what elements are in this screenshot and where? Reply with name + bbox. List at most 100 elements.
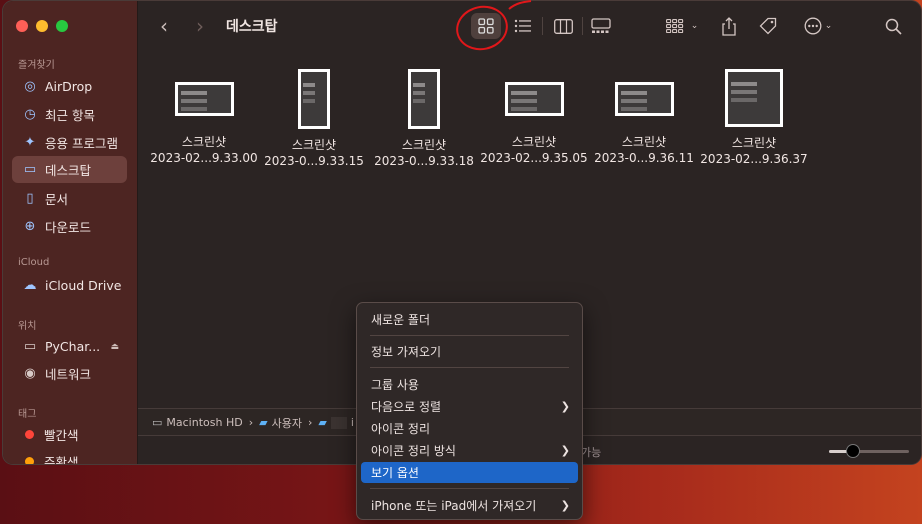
forward-button[interactable]: › [196, 14, 204, 38]
sidebar: 즐겨찾기 ◎ AirDrop ◷ 최근 항목 ✦ 응용 프로그램 ▭ 데스크탑 … [3, 1, 138, 464]
path-segment-label: 사용자 [271, 416, 302, 430]
tag-button[interactable] [755, 13, 781, 39]
file-thumbnail [408, 69, 440, 129]
search-icon [885, 18, 902, 35]
sidebar-item-documents[interactable]: ▯ 문서 [12, 185, 127, 212]
sidebar-item-label: iCloud Drive [45, 278, 122, 293]
sidebar-section-icloud: iCloud [18, 257, 50, 268]
status-text: 가능 [581, 446, 602, 459]
file-date: 2023-0...9.36.11 [594, 151, 694, 165]
cloud-icon: ☁ [23, 278, 37, 293]
file-date: 2023-0...9.33.15 [264, 154, 364, 168]
file-name: 스크린샷 [621, 135, 667, 149]
sidebar-item-applications[interactable]: ✦ 응용 프로그램 [12, 129, 127, 156]
sidebar-item-label: 최근 항목 [45, 108, 95, 123]
minimize-button[interactable] [36, 20, 48, 32]
sidebar-item-tag-red[interactable]: 빨간색 [12, 421, 127, 448]
chevron-right-icon: › [307, 416, 313, 429]
menu-item-sort-by[interactable]: 다음으로 정렬 ❯ [361, 396, 578, 417]
menu-item-get-info[interactable]: 정보 가져오기 [361, 341, 578, 362]
file-thumbnail [504, 82, 564, 116]
desktop-icon: ▭ [23, 162, 37, 177]
search-button[interactable] [880, 13, 906, 39]
folder-icon: ▰ [318, 416, 327, 429]
file-name: 스크린샷 [291, 138, 337, 152]
chevron-down-icon: ⌄ [824, 21, 833, 31]
menu-item-label: 아이콘 정리 [371, 422, 431, 436]
sidebar-item-icloud-drive[interactable]: ☁ iCloud Drive [12, 272, 127, 299]
file-thumbnail [298, 69, 330, 129]
path-segment-label: i [350, 416, 354, 429]
sidebar-item-label: 응용 프로그램 [45, 136, 118, 151]
menu-item-show-view-options[interactable]: 보기 옵션 [361, 462, 578, 483]
airdrop-icon: ◎ [24, 79, 36, 94]
group-grid-icon [665, 19, 683, 33]
file-item[interactable]: 스크린샷 2023-02...9.36.37 [699, 69, 809, 167]
sidebar-item-tag-orange[interactable]: 주황색 [12, 448, 127, 465]
menu-separator [370, 367, 569, 368]
gallery-icon [591, 18, 611, 33]
file-name: 스크린샷 [731, 136, 777, 150]
menu-separator [370, 488, 569, 489]
file-date: 2023-0...9.33.18 [374, 154, 474, 168]
chevron-right-icon: ❯ [560, 444, 570, 457]
file-name: 스크린샷 [401, 138, 447, 152]
sidebar-item-airdrop[interactable]: ◎ AirDrop [12, 73, 127, 100]
menu-item-import-from-iphone[interactable]: iPhone 또는 iPad에서 가져오기 ❯ [361, 495, 578, 516]
gallery-view-button[interactable] [588, 13, 614, 39]
share-button[interactable] [716, 13, 742, 39]
chevron-right-icon: ❯ [560, 400, 570, 413]
menu-item-label: 그룹 사용 [371, 378, 419, 392]
sidebar-section-favorites: 즐겨찾기 [18, 60, 55, 71]
list-view-button[interactable] [510, 13, 536, 39]
menu-item-clean-up-by[interactable]: 아이콘 정리 방식 ❯ [361, 440, 578, 461]
columns-icon [553, 18, 573, 34]
ellipsis-circle-icon [804, 17, 822, 35]
slider-knob[interactable] [846, 444, 860, 458]
redacted-name [330, 416, 347, 429]
menu-item-clean-up[interactable]: 아이콘 정리 [361, 418, 578, 439]
file-item[interactable]: 스크린샷 2023-0...9.33.18 [369, 69, 479, 169]
sidebar-item-label: 다운로드 [45, 220, 92, 235]
window-title: 데스크탑 [226, 19, 278, 35]
chevron-right-icon: ❯ [560, 499, 570, 512]
path-segment[interactable]: ▰ 사용자 [259, 415, 302, 431]
sidebar-item-network[interactable]: ◉ 네트워크 [12, 360, 127, 387]
file-date: 2023-02...9.36.37 [700, 152, 808, 166]
download-icon: ⊕ [24, 219, 36, 234]
file-item[interactable]: 스크린샷 2023-0...9.33.15 [259, 69, 369, 169]
drive-icon: ▭ [23, 339, 37, 354]
network-icon: ◉ [24, 366, 36, 381]
menu-item-new-folder[interactable]: 새로운 폴더 [361, 309, 578, 330]
menu-separator [370, 335, 569, 336]
list-icon [514, 19, 531, 33]
chevron-right-icon: › [248, 416, 254, 429]
applications-icon: ✦ [24, 135, 36, 150]
orange-tag-dot-icon [25, 457, 34, 464]
path-segment[interactable]: ▭ Macintosh HD [152, 416, 243, 429]
menu-item-label: 정보 가져오기 [371, 345, 442, 359]
close-button[interactable] [16, 20, 28, 32]
back-button[interactable]: ‹ [160, 14, 168, 38]
sidebar-item-pycharm-volume[interactable]: ▭ PyChar... ⏏ [12, 333, 127, 360]
file-item[interactable]: 스크린샷 2023-02...9.35.05 [479, 81, 589, 166]
file-item[interactable]: 스크린샷 2023-02...9.33.00 [149, 81, 259, 166]
column-view-button[interactable] [550, 13, 576, 39]
sidebar-item-recents[interactable]: ◷ 최근 항목 [12, 101, 127, 128]
file-item[interactable]: 스크린샷 2023-0...9.36.11 [589, 81, 699, 166]
eject-icon[interactable]: ⏏ [110, 342, 119, 352]
icon-size-slider[interactable] [829, 444, 909, 458]
sidebar-item-label: 데스크탑 [45, 163, 92, 178]
tag-icon [759, 17, 777, 35]
sidebar-item-downloads[interactable]: ⊕ 다운로드 [12, 213, 127, 240]
sidebar-item-label: 주황색 [44, 455, 79, 465]
action-menu-button[interactable]: ⌄ [797, 13, 839, 39]
sidebar-item-desktop[interactable]: ▭ 데스크탑 [12, 156, 127, 183]
path-segment[interactable]: ▰ i [318, 416, 354, 429]
menu-item-use-groups[interactable]: 그룹 사용 [361, 374, 578, 395]
menu-item-label: 아이콘 정리 방식 [371, 444, 456, 458]
group-by-button[interactable]: ⌄ [662, 13, 702, 39]
sidebar-item-label: 네트워크 [45, 367, 92, 382]
file-name: 스크린샷 [181, 135, 227, 149]
zoom-button[interactable] [56, 20, 68, 32]
